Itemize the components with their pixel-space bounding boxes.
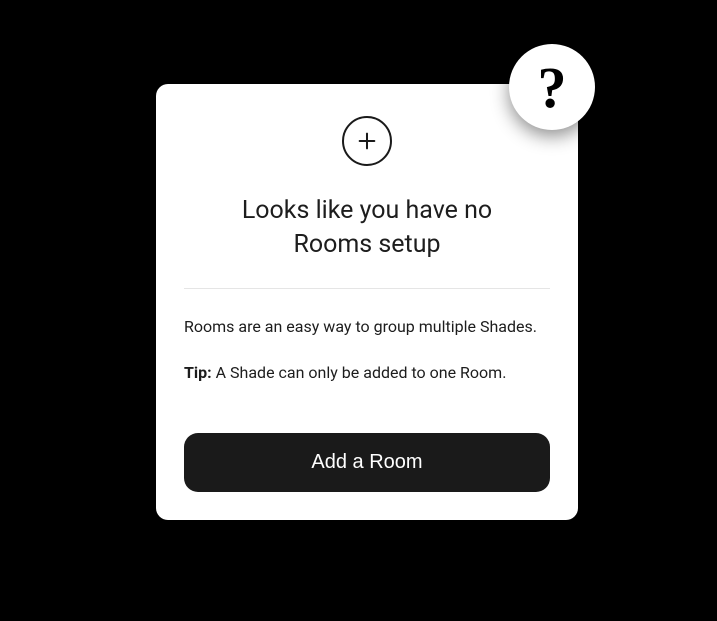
empty-state-description: Rooms are an easy way to group multiple … [184,315,550,339]
card-icon-wrap [184,116,550,166]
help-icon: ? [538,54,567,121]
empty-state-title: Looks like you have no Rooms setup [184,194,550,262]
divider [184,288,550,289]
help-button[interactable]: ? [509,44,595,130]
tip-row: Tip: A Shade can only be added to one Ro… [184,361,550,385]
empty-rooms-card: Looks like you have no Rooms setup Rooms… [156,84,578,520]
add-room-button[interactable]: Add a Room [184,433,550,492]
add-room-icon-button[interactable] [342,116,392,166]
plus-icon [356,130,378,152]
tip-label: Tip: [184,363,212,382]
tip-text: A Shade can only be added to one Room. [212,363,507,382]
